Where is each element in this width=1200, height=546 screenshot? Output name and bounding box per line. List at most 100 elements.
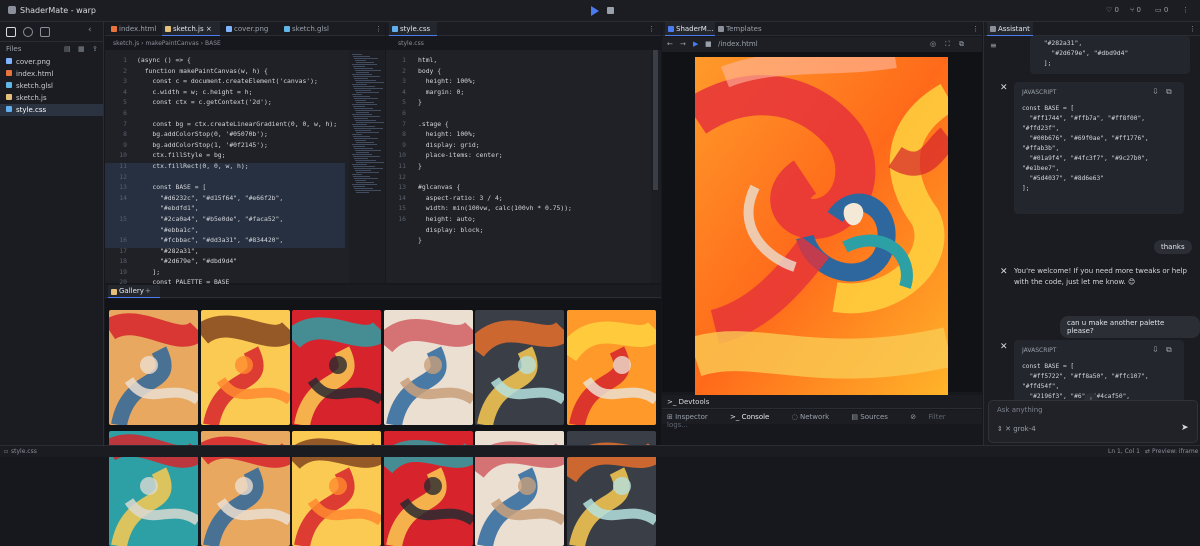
file-type-icon: [6, 106, 12, 112]
css-editor[interactable]: 1 2 3 4 5 6 7 8 9 10 11 12 13 14 15 16 h…: [386, 50, 661, 283]
minimap-line: [354, 118, 368, 119]
css-scrollbar[interactable]: [651, 50, 661, 283]
preview-url[interactable]: /index.html: [718, 40, 758, 48]
minimap-line: [354, 158, 368, 159]
copy-icon[interactable]: ⧉: [1166, 87, 1172, 97]
line-numbers: 1 2 3 4 5 6 7 8 9 10 11 12 13 14 15 16 1…: [119, 56, 127, 308]
preview-hide-icon[interactable]: ◎: [930, 40, 936, 48]
minimap-line: [352, 54, 362, 55]
gallery-thumbnail[interactable]: [383, 310, 473, 425]
new-file-icon[interactable]: ▤: [64, 45, 71, 53]
comment-button[interactable]: ▭ 0: [1155, 6, 1168, 14]
code-card-2: JAVASCRIPT ⇩ ⧉ const BASE = [ "#ff5722",…: [1014, 340, 1184, 402]
minimap-line: [356, 62, 374, 63]
run-button[interactable]: [591, 6, 599, 16]
menu-icon[interactable]: ⋮: [1182, 6, 1189, 14]
preview-tabs: ShaderM... Templates ⋮: [662, 22, 982, 36]
file-item[interactable]: cover.png: [0, 56, 103, 68]
new-folder-icon[interactable]: ▦: [78, 45, 85, 53]
minimap-line: [353, 106, 365, 107]
tab-preview[interactable]: ShaderM...: [665, 22, 715, 36]
download-icon[interactable]: ⇩: [1152, 87, 1159, 96]
send-icon[interactable]: ➤: [1181, 423, 1189, 433]
assistant-menu-icon[interactable]: ⋮: [1189, 22, 1199, 36]
file-name: cover.png: [16, 58, 51, 66]
minimap[interactable]: [349, 50, 385, 283]
file-name: sketch.glsl: [16, 82, 53, 90]
gallery-thumbnail[interactable]: [200, 310, 290, 425]
back-icon[interactable]: ←: [667, 40, 673, 48]
comment-count: 0: [1163, 6, 1169, 14]
editor-tabs: index.html sketch.js × cover.png sketch.…: [105, 22, 385, 36]
hamburger-icon[interactable]: ≡: [990, 41, 997, 50]
previous-code-snippet: "#282a31", "#2d679e", "#dbd9d4" ];: [1030, 36, 1190, 74]
tab-sketch-js[interactable]: sketch.js ×: [162, 22, 220, 36]
preview-stop-icon[interactable]: ■: [705, 40, 712, 48]
glcanvas[interactable]: [695, 57, 948, 395]
fork-button[interactable]: ⑂ 0: [1130, 6, 1141, 14]
css-editor-menu-icon[interactable]: ⋮: [648, 22, 658, 36]
tab-assistant[interactable]: Assistant: [987, 22, 1033, 36]
thumbnail-art: [109, 313, 198, 425]
editor-menu-icon[interactable]: ⋮: [375, 22, 385, 36]
external-icon[interactable]: ⧉: [959, 40, 964, 49]
js-editor[interactable]: 1 2 3 4 5 6 7 8 9 10 11 12 13 14 15 16 1…: [105, 50, 385, 308]
tab-network[interactable]: ◌ Network: [792, 413, 840, 421]
fullscreen-icon[interactable]: ⛶: [945, 40, 950, 49]
search-icon[interactable]: [23, 27, 33, 37]
tab-sources[interactable]: ▤ Sources: [851, 413, 898, 421]
minimap-line: [352, 184, 377, 185]
tab-sketch-glsl[interactable]: sketch.glsl: [281, 22, 341, 36]
minimap-line: [352, 84, 367, 85]
download-icon[interactable]: ⇩: [1152, 345, 1159, 354]
preview-icon: [668, 26, 674, 32]
stop-button[interactable]: [607, 7, 614, 14]
file-item[interactable]: sketch.js: [0, 92, 103, 104]
gallery-add-icon[interactable]: +: [145, 285, 155, 298]
copy-icon[interactable]: ⧉: [1166, 345, 1172, 355]
minimap-line: [352, 94, 362, 95]
tab-style-css[interactable]: style.css: [389, 22, 437, 36]
file-type-icon: [6, 70, 12, 76]
devtools-tabs: ⊞ Inspector >_ Console ◌ Network ▤ Sourc…: [662, 410, 982, 429]
tab-inspector[interactable]: ⊞ Inspector: [667, 413, 718, 421]
model-selector[interactable]: ⇕ ✕ grok-4: [997, 425, 1036, 433]
css-file-icon: [392, 26, 398, 32]
tab-index-html[interactable]: index.html: [108, 22, 160, 36]
files-icon[interactable]: [6, 27, 16, 37]
gallery-thumbnail[interactable]: [566, 310, 656, 425]
extensions-icon[interactable]: [40, 27, 50, 37]
tab-templates[interactable]: Templates: [715, 22, 777, 36]
upload-icon[interactable]: ⇪: [92, 45, 98, 53]
thumbnail-art: [475, 320, 564, 425]
preview-menu-icon[interactable]: ⋮: [972, 22, 982, 36]
gallery-thumbnail[interactable]: [109, 310, 198, 425]
minimap-line: [355, 140, 366, 141]
file-item[interactable]: style.css: [0, 104, 103, 116]
preview-mode: ⇄ Preview: iframe: [1145, 448, 1199, 455]
tab-cover-png[interactable]: cover.png: [223, 22, 279, 36]
scrollbar-thumb[interactable]: [653, 50, 658, 190]
minimap-line: [353, 66, 365, 67]
minimap-line: [353, 176, 370, 177]
file-item[interactable]: index.html: [0, 68, 103, 80]
minimap-line: [355, 180, 366, 181]
chat-input[interactable]: Ask anything: [997, 406, 1043, 414]
html-file-icon: [111, 26, 117, 32]
preview-play-icon[interactable]: ▶: [693, 40, 698, 48]
preview-frame[interactable]: [662, 52, 982, 395]
collapse-icon[interactable]: ‹: [88, 25, 98, 35]
forward-icon[interactable]: →: [680, 40, 686, 48]
like-button[interactable]: ♡ 0: [1106, 6, 1119, 14]
file-item[interactable]: sketch.glsl: [0, 80, 103, 92]
gallery-thumbnail[interactable]: [475, 310, 564, 425]
devtools-header: >_ Devtools: [662, 395, 982, 409]
gallery-thumbnail[interactable]: [292, 310, 381, 425]
minimap-line: [355, 60, 366, 61]
tab-console[interactable]: >_ Console: [730, 413, 779, 421]
fork-count: 0: [1136, 6, 1141, 14]
minimap-line: [354, 88, 383, 89]
cursor-position: Ln 1, Col 1: [1108, 448, 1140, 455]
file-type-icon: [6, 58, 12, 64]
clear-icon[interactable]: ⊘: [910, 413, 916, 421]
